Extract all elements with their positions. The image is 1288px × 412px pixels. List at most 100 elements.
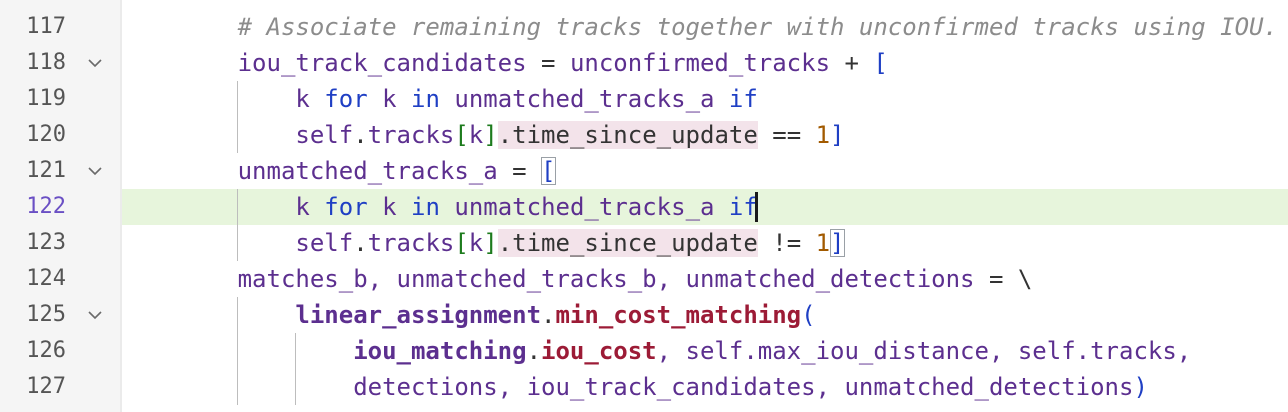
operator: != xyxy=(757,229,816,257)
line-code[interactable]: self.tracks[k].time_since_update == 1] xyxy=(122,117,845,153)
keyword: if xyxy=(728,85,758,113)
bracket: [ xyxy=(873,49,888,77)
code-line-124[interactable]: 124 matches_b, unmatched_tracks_b, unmat… xyxy=(0,261,1288,297)
line-number: 119 xyxy=(26,86,66,111)
identifier: tracks xyxy=(367,229,455,257)
dot: . xyxy=(353,229,368,257)
identifier: iou_track_candidates xyxy=(237,49,527,77)
indent-guide xyxy=(237,297,238,405)
code-editor[interactable]: 117 # Associate remaining tracks togethe… xyxy=(0,0,1288,412)
attribute-reference-highlight: .time_since_update xyxy=(497,229,758,257)
code-line-126[interactable]: 126 iou_matching.iou_cost, self.max_iou_… xyxy=(0,333,1288,369)
chevron-down-icon[interactable] xyxy=(86,162,104,180)
chevron-down-icon[interactable] xyxy=(86,54,104,72)
line-number: 122 xyxy=(26,194,66,219)
operator: = \ xyxy=(974,265,1033,293)
line-code[interactable]: unmatched_tracks_a = [ xyxy=(122,153,556,189)
comment: # Associate remaining tracks together wi… xyxy=(237,13,1278,41)
arguments: detections, iou_track_candidates, unmatc… xyxy=(353,373,1134,401)
identifier: k xyxy=(382,85,397,113)
keyword: in xyxy=(411,85,440,113)
identifier: k xyxy=(382,193,397,221)
line-number: 126 xyxy=(26,338,66,363)
code-line-122[interactable]: 122 k for k in unmatched_tracks_a if xyxy=(0,189,1288,225)
code-line-121[interactable]: 121 unmatched_tracks_a = [ xyxy=(0,153,1288,189)
line-code[interactable]: detections, iou_track_candidates, unmatc… xyxy=(122,369,1148,405)
keyword: for xyxy=(324,85,368,113)
bracket: ] xyxy=(483,121,498,149)
matched-bracket: [ xyxy=(541,157,556,185)
chevron-down-icon[interactable] xyxy=(86,306,104,324)
line-code[interactable]: k for k in unmatched_tracks_a if xyxy=(122,189,758,225)
keyword: in xyxy=(411,193,440,221)
operator: == xyxy=(757,121,816,149)
line-code[interactable]: # Associate remaining tracks together wi… xyxy=(122,9,1278,45)
paren: ( xyxy=(801,301,816,329)
identifier: k xyxy=(295,193,310,221)
bracket: [ xyxy=(454,121,469,149)
identifier: unmatched_tracks_a xyxy=(454,193,715,221)
line-number: 120 xyxy=(26,122,66,147)
bracket: [ xyxy=(454,229,469,257)
code-line-127[interactable]: 127 detections, iou_track_candidates, un… xyxy=(0,369,1288,405)
line-code[interactable]: iou_matching.iou_cost, self.max_iou_dist… xyxy=(122,333,1191,369)
line-code[interactable]: self.tracks[k].time_since_update != 1] xyxy=(122,225,845,261)
line-code[interactable]: linear_assignment.min_cost_matching( xyxy=(122,297,816,333)
attribute-reference-highlight: .time_since_update xyxy=(497,121,758,149)
line-number: 124 xyxy=(26,266,66,291)
identifier: k xyxy=(468,121,484,149)
line-number: 121 xyxy=(26,158,66,183)
indent-guide xyxy=(237,81,238,153)
operator: + xyxy=(830,49,874,77)
identifier: self xyxy=(295,229,354,257)
identifier: k xyxy=(295,85,310,113)
identifier: matches_b, unmatched_tracks_b, unmatched… xyxy=(237,265,975,293)
dot: . xyxy=(353,121,368,149)
line-number: 127 xyxy=(26,374,66,399)
code-line-119[interactable]: 119 k for k in unmatched_tracks_a if xyxy=(0,81,1288,117)
code-line-120[interactable]: 120 self.tracks[k].time_since_update == … xyxy=(0,117,1288,153)
line-code[interactable]: iou_track_candidates = unconfirmed_track… xyxy=(122,45,888,81)
bracket: ] xyxy=(483,229,498,257)
code-line-118[interactable]: 118 iou_track_candidates = unconfirmed_t… xyxy=(0,45,1288,81)
line-code[interactable]: matches_b, unmatched_tracks_b, unmatched… xyxy=(122,261,1033,297)
line-number: 125 xyxy=(26,302,66,327)
module-name: linear_assignment xyxy=(295,301,542,329)
operator: = xyxy=(526,49,570,77)
identifier: self xyxy=(295,121,354,149)
keyword: for xyxy=(324,193,368,221)
line-number: 118 xyxy=(26,50,66,75)
identifier: unmatched_tracks_a xyxy=(454,85,715,113)
code-line-123[interactable]: 123 self.tracks[k].time_since_update != … xyxy=(0,225,1288,261)
text-cursor xyxy=(755,192,758,222)
identifier: tracks xyxy=(367,121,455,149)
identifier: k xyxy=(468,229,484,257)
code-line-125[interactable]: 125 linear_assignment.min_cost_matching( xyxy=(0,297,1288,333)
code-line-117[interactable]: 117 # Associate remaining tracks togethe… xyxy=(0,9,1288,45)
operator: = xyxy=(497,157,542,185)
indent-guide xyxy=(237,189,238,261)
bracket: ] xyxy=(830,121,845,149)
line-code[interactable]: k for k in unmatched_tracks_a if xyxy=(122,81,758,117)
module-name: iou_matching xyxy=(353,337,527,365)
keyword: if xyxy=(728,193,758,221)
arguments: , self.max_iou_distance, self.tracks, xyxy=(656,337,1192,365)
